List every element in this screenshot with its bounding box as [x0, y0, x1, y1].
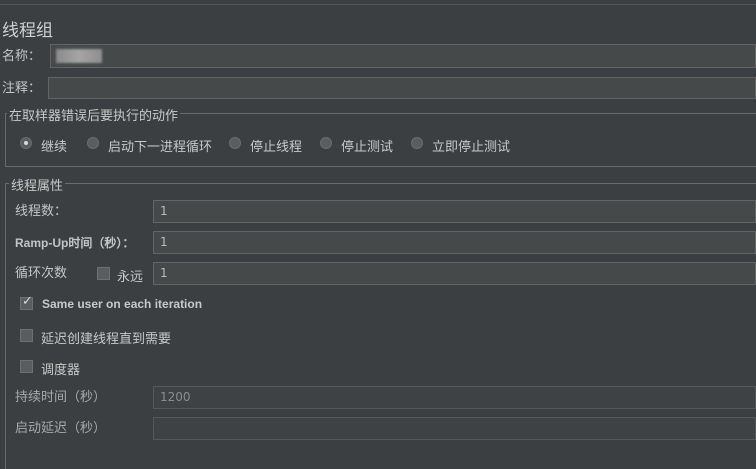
ramp-up-label: Ramp-Up时间（秒）： — [15, 236, 135, 250]
radio-label: 继续 — [41, 140, 68, 155]
radio-unselected-icon — [411, 137, 423, 149]
comment-label: 注释： — [2, 81, 42, 96]
name-input[interactable] — [50, 44, 756, 68]
top-divider — [0, 4, 756, 5]
radio-selected-icon — [20, 137, 32, 149]
startup-delay-label: 启动延迟（秒） — [15, 421, 107, 436]
loop-count-label: 循环次数 — [15, 266, 68, 281]
radio-label: 启动下一进程循环 — [108, 140, 213, 155]
radio-unselected-icon — [229, 137, 241, 149]
radio-label: 立即停止测试 — [432, 140, 511, 155]
thread-group-panel: 线程组 名称： 注释： 在取样器错误后要执行的动作 继续 启动下一进程循环 停止… — [0, 0, 756, 469]
forever-checkbox[interactable] — [97, 267, 110, 280]
radio-unselected-icon — [87, 137, 99, 149]
radio-unselected-icon — [320, 137, 332, 149]
same-user-label: Same user on each iteration — [42, 297, 203, 311]
startup-delay-input[interactable] — [153, 417, 756, 440]
ramp-up-input[interactable]: 1 — [153, 231, 756, 254]
name-label: 名称： — [2, 49, 42, 64]
delay-create-label: 延迟创建线程直到需要 — [41, 332, 172, 347]
delay-create-checkbox[interactable] — [20, 329, 33, 342]
duration-input[interactable]: 1200 — [153, 386, 756, 409]
radio-label: 停止测试 — [341, 140, 394, 155]
scheduler-checkbox[interactable] — [20, 360, 33, 373]
redacted-name — [56, 49, 102, 63]
num-threads-label: 线程数： — [15, 204, 68, 219]
page-title: 线程组 — [2, 21, 53, 41]
sampler-error-title: 在取样器错误后要执行的动作 — [7, 105, 181, 124]
check-icon: ✓ — [22, 294, 33, 309]
scheduler-label: 调度器 — [41, 363, 81, 378]
duration-label: 持续时间（秒） — [15, 390, 107, 405]
loop-count-input[interactable]: 1 — [153, 262, 756, 285]
radio-label: 停止线程 — [250, 140, 303, 155]
comment-input[interactable] — [48, 77, 756, 99]
forever-label: 永远 — [117, 270, 144, 285]
thread-props-title: 线程属性 — [9, 175, 66, 194]
num-threads-input[interactable]: 1 — [153, 200, 756, 223]
same-user-checkbox[interactable]: ✓ — [20, 294, 33, 310]
